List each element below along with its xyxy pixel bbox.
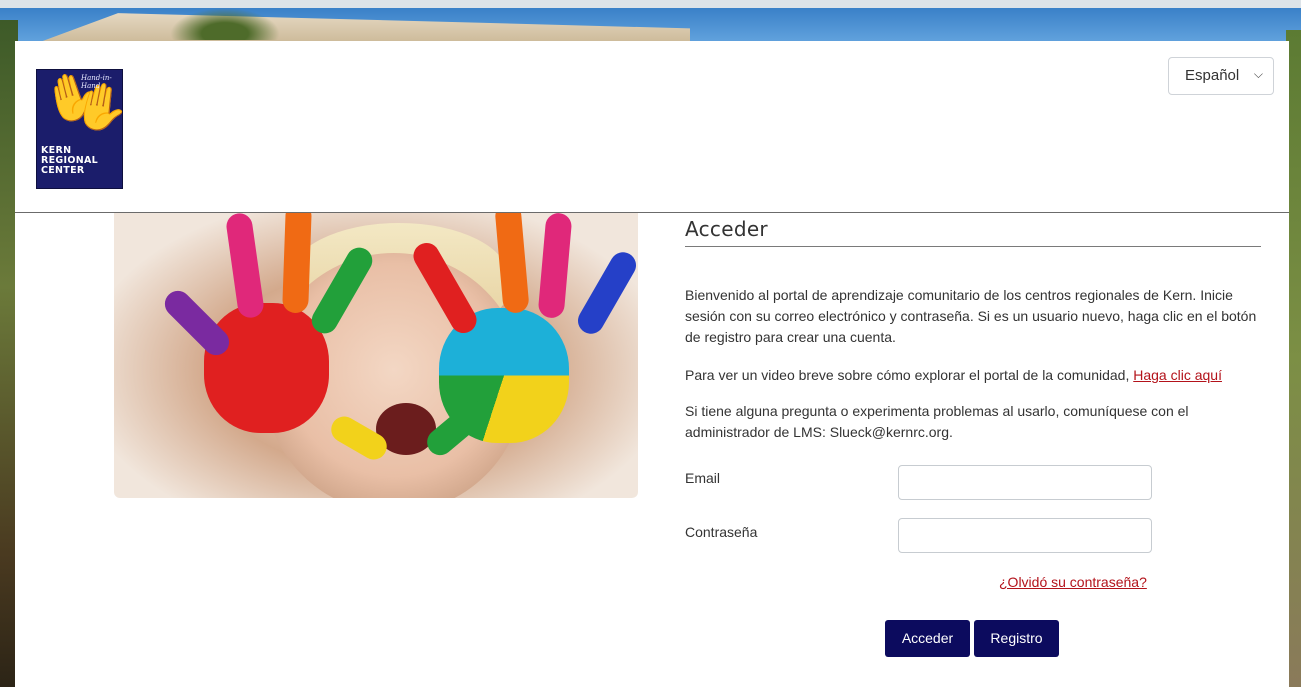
header: ✋ ✋ Hand-in-Hand KERN REGIONAL CENTER Es… [15, 41, 1289, 213]
language-select-value: Español [1185, 67, 1240, 84]
logo-tagline: Hand-in-Hand [81, 74, 112, 90]
forgot-password-link[interactable]: ¿Olvidó su contraseña? [999, 574, 1147, 590]
photo-finger [224, 213, 266, 320]
building-roof [40, 13, 690, 42]
photo-left-hand [204, 303, 329, 433]
register-button[interactable]: Registro [974, 620, 1059, 657]
chevron-down-icon: ⌵ [1253, 67, 1263, 81]
logo-name-line: CENTER [41, 165, 85, 176]
painted-hands-child-photo [114, 213, 638, 498]
intro-text: Bienvenido al portal de aprendizaje comu… [685, 287, 1257, 345]
login-button[interactable]: Acceder [885, 620, 970, 657]
logo-name: KERN REGIONAL CENTER [41, 146, 119, 176]
page-title: Acceder [685, 217, 1261, 247]
login-panel: ✋ ✋ Hand-in-Hand KERN REGIONAL CENTER Es… [15, 41, 1289, 687]
video-text-prefix: Para ver un video breve sobre cómo explo… [685, 367, 1134, 383]
palm-tree [170, 8, 280, 40]
kern-regional-center-logo: ✋ ✋ Hand-in-Hand KERN REGIONAL CENTER [36, 64, 134, 189]
email-label: Email [685, 470, 721, 486]
contact-text: Si tiene alguna pregunta o experimenta p… [685, 403, 1189, 440]
video-link[interactable]: Haga clic aquí [1133, 367, 1222, 383]
photo-finger [537, 213, 573, 319]
video-text: Para ver un video breve sobre cómo explo… [685, 365, 1265, 386]
photo-finger [282, 213, 312, 314]
language-select[interactable]: Español ⌵ [1168, 57, 1274, 95]
password-label: Contraseña [685, 524, 758, 540]
password-field[interactable] [898, 518, 1152, 553]
email-field[interactable] [898, 465, 1152, 500]
photo-finger [573, 247, 638, 339]
